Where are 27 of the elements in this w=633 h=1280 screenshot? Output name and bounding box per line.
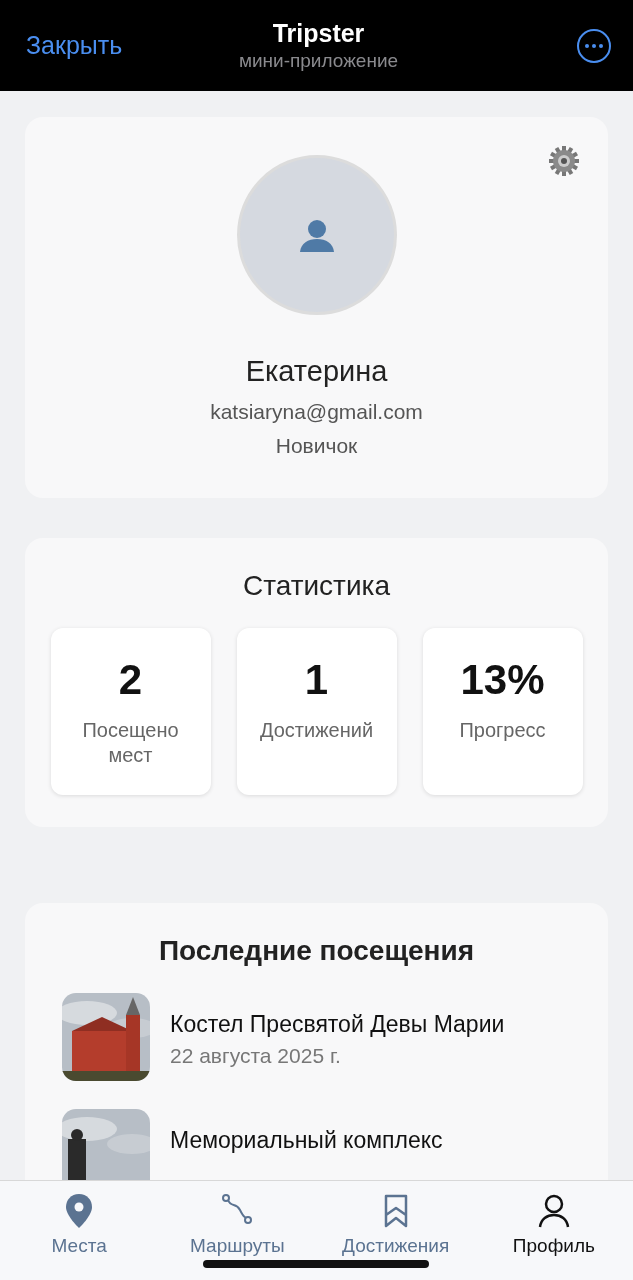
stat-label: Достижений xyxy=(258,718,375,743)
bookmark-icon xyxy=(382,1193,409,1229)
nav-tab[interactable]: Маршруты xyxy=(158,1193,317,1257)
user-name: Екатерина xyxy=(245,355,388,388)
stat-value: 1 xyxy=(304,656,329,704)
map-pin-icon xyxy=(64,1193,95,1229)
more-icon[interactable] xyxy=(577,28,611,63)
settings-icon[interactable] xyxy=(548,145,580,177)
recent-title: Последние посещения xyxy=(158,935,475,967)
user-rank: Новичок xyxy=(275,434,358,458)
stat-label: Посещено мест xyxy=(81,718,180,768)
stats-title: Статистика xyxy=(242,570,391,602)
nav-tab[interactable]: Места xyxy=(0,1193,159,1257)
app-subtitle: мини-приложение xyxy=(238,50,399,72)
nav-tab[interactable]: Профиль xyxy=(474,1193,633,1257)
stat-label: Прогресс xyxy=(458,718,547,743)
user-icon xyxy=(536,1193,571,1229)
app-title: Tripster xyxy=(272,19,365,48)
place-name[interactable]: Костел Пресвятой Девы Марии xyxy=(170,1011,505,1038)
visit-date: 22 августа 2025 г. xyxy=(170,1044,342,1068)
person-icon xyxy=(298,218,335,252)
nav-tab[interactable]: Достижения xyxy=(316,1193,475,1257)
stat-value: 2 xyxy=(118,656,143,704)
close-button[interactable]: Закрыть xyxy=(26,31,123,60)
user-email: katsiaryna@gmail.com xyxy=(210,400,423,424)
place-name[interactable]: Мемориальный комплекс xyxy=(170,1127,443,1154)
stat-value: 13% xyxy=(460,656,545,704)
